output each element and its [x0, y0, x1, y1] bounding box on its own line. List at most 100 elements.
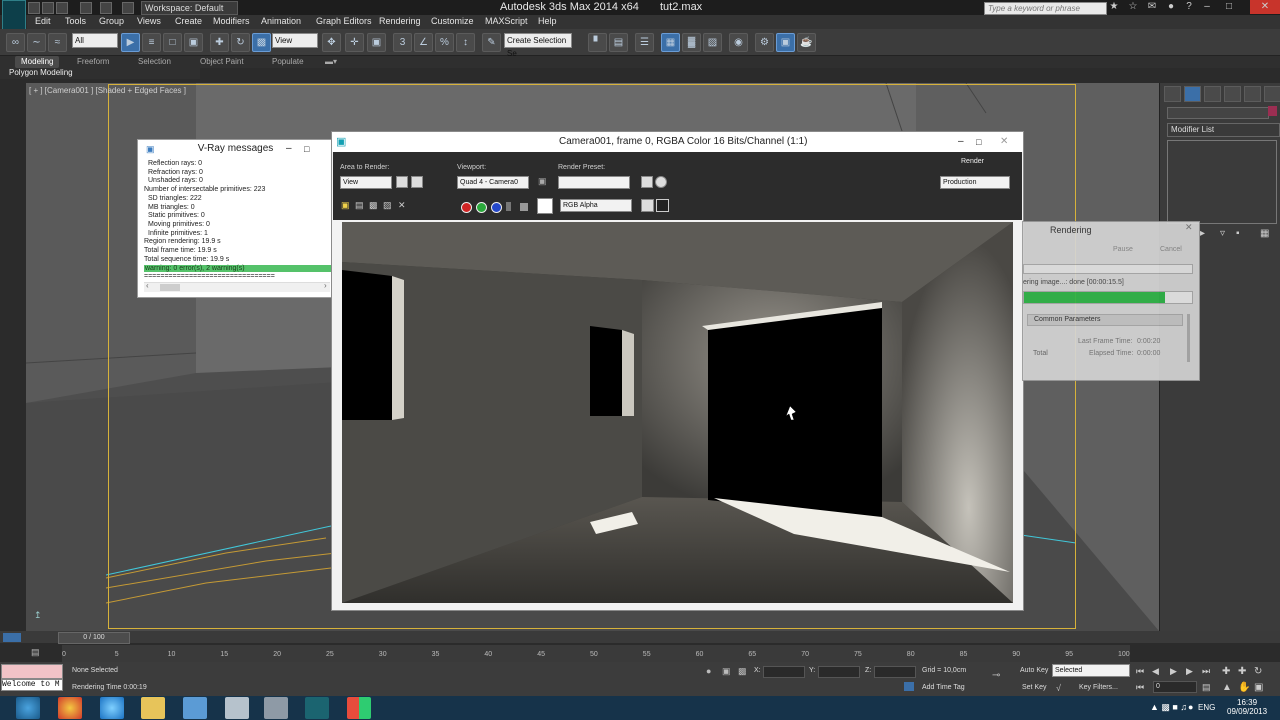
select-link-icon[interactable]: ∞	[6, 33, 25, 52]
redo-icon[interactable]	[100, 2, 112, 14]
copy-image-icon[interactable]: ▤	[355, 200, 364, 211]
select-manipulate-icon[interactable]: ✛	[345, 33, 364, 52]
bind-spacewarp-icon[interactable]: ≈	[48, 33, 67, 52]
taskbar-clock[interactable]: 16:39 09/09/2013	[1227, 698, 1267, 716]
ref-coord-dropdown[interactable]: View	[272, 33, 318, 48]
app-icon[interactable]	[225, 697, 249, 719]
3dsmax-logo-icon[interactable]	[2, 0, 26, 30]
language-indicator[interactable]: ENG	[1198, 703, 1215, 712]
fb-maximize-button[interactable]: □	[976, 132, 981, 152]
maximize-button[interactable]: □	[1220, 0, 1238, 14]
schematic-view-icon[interactable]: ▨	[703, 33, 722, 52]
selection-filter-dropdown[interactable]: All	[72, 33, 118, 48]
object-name-field[interactable]	[1167, 107, 1269, 119]
lock-selection-icon[interactable]: ▣	[722, 666, 731, 677]
go-to-start-icon[interactable]: ⏮	[1136, 666, 1144, 677]
key-mode-toggle-icon[interactable]: ⏮	[1136, 682, 1144, 693]
menu-views[interactable]: Views	[137, 16, 161, 26]
pause-button[interactable]: Pause	[1113, 246, 1133, 253]
project-folder-icon[interactable]	[122, 2, 134, 14]
align-icon[interactable]: ▤	[609, 33, 628, 52]
pan-icon[interactable]: ✋	[1238, 682, 1250, 693]
menu-customize[interactable]: Customize	[431, 16, 474, 26]
lock-viewport-icon[interactable]: ▣	[538, 176, 547, 187]
vray-warning-line[interactable]: warning: 0 error(s), 2 warning(s)	[144, 265, 331, 272]
app-icon[interactable]	[347, 697, 371, 719]
object-color-swatch[interactable]	[1268, 106, 1277, 116]
display-tab-icon[interactable]	[1244, 86, 1261, 102]
modify-tab-icon[interactable]	[1184, 86, 1201, 102]
undo-icon[interactable]	[80, 2, 92, 14]
monochrome-icon[interactable]	[520, 203, 528, 211]
save-file-icon[interactable]	[56, 2, 68, 14]
timeline-toggle-icon[interactable]: ▤	[31, 647, 45, 659]
area-to-render-dropdown[interactable]: View	[340, 176, 392, 189]
set-key-icon[interactable]: √	[1056, 683, 1061, 693]
material-editor-icon[interactable]: ◉	[729, 33, 748, 52]
scroll-right-icon[interactable]: ›	[324, 281, 327, 290]
motion-tab-icon[interactable]	[1224, 86, 1241, 102]
open-file-icon[interactable]	[42, 2, 54, 14]
curve-editor-icon[interactable]: ▓	[682, 33, 701, 52]
communication-icon[interactable]: ✉	[1143, 0, 1161, 14]
maximize-viewport-icon[interactable]: ▣	[1254, 682, 1263, 693]
create-tab-icon[interactable]	[1164, 86, 1181, 102]
save-image-icon[interactable]: ▣	[341, 200, 350, 211]
clone-window-icon[interactable]: ▩	[369, 200, 378, 211]
key-mode-dropdown[interactable]: Selected	[1052, 664, 1130, 677]
internet-explorer-icon[interactable]	[100, 697, 124, 719]
mini-curve-editor-icon[interactable]	[3, 633, 21, 642]
vray-horizontal-scrollbar[interactable]: ‹ ›	[144, 281, 330, 292]
color-swatch[interactable]	[537, 198, 553, 214]
tab-populate[interactable]: Populate	[272, 57, 304, 66]
play-icon[interactable]: ▶	[1170, 666, 1177, 677]
rectangular-selection-icon[interactable]: □	[163, 33, 182, 52]
toggle-ribbon-icon[interactable]: ▦	[661, 33, 680, 52]
configure-sets-icon[interactable]: ▦	[1260, 228, 1269, 239]
snaps-toggle-icon[interactable]: 3	[393, 33, 412, 52]
tray-icon[interactable]: ●	[1188, 702, 1193, 712]
minimize-button[interactable]: –	[1198, 0, 1216, 14]
isolate-icon[interactable]: ●	[706, 666, 711, 676]
infocenter-icon[interactable]: ★	[1105, 0, 1123, 14]
orbit-icon[interactable]: ↻	[1254, 666, 1262, 677]
menu-create[interactable]: Create	[175, 16, 202, 26]
modifier-stack[interactable]	[1167, 140, 1277, 224]
window-crossing-icon[interactable]: ▣	[184, 33, 203, 52]
common-parameters-header[interactable]: Common Parameters	[1027, 314, 1183, 326]
render-mode-dropdown[interactable]: Production	[940, 176, 1010, 189]
time-config-icon[interactable]: ▤	[1202, 682, 1211, 693]
viewport-dropdown[interactable]: Quad 4 - Camera0	[457, 176, 529, 189]
edit-named-selection-icon[interactable]: ✎	[482, 33, 501, 52]
move-icon[interactable]: ✚	[210, 33, 229, 52]
select-object-icon[interactable]: ▶	[121, 33, 140, 52]
file-explorer-icon[interactable]	[141, 697, 165, 719]
new-file-icon[interactable]	[28, 2, 40, 14]
render-preset-dropdown[interactable]	[558, 176, 630, 189]
vray-maximize-button[interactable]: □	[304, 140, 309, 158]
make-unique-icon[interactable]: ▪	[1236, 228, 1240, 239]
menu-animation[interactable]: Animation	[261, 16, 301, 26]
scroll-left-icon[interactable]: ‹	[146, 281, 149, 290]
environment-icon[interactable]	[655, 176, 667, 188]
alpha-channel-icon[interactable]	[506, 202, 511, 211]
z-coordinate-field[interactable]	[874, 666, 916, 678]
hierarchy-tab-icon[interactable]	[1204, 86, 1221, 102]
mirror-icon[interactable]: ▘	[588, 33, 607, 52]
show-end-result-icon[interactable]: ▿	[1220, 228, 1225, 239]
zoom-icon[interactable]: ✚	[1222, 666, 1230, 677]
menu-rendering[interactable]: Rendering	[379, 16, 421, 26]
render-setup-icon[interactable]: ⚙	[755, 33, 774, 52]
render-image[interactable]	[342, 222, 1013, 603]
auto-key-button[interactable]: Auto Key	[1020, 667, 1048, 674]
render-setup-small-icon[interactable]	[641, 176, 653, 188]
utilities-tab-icon[interactable]	[1264, 86, 1280, 102]
render-production-icon[interactable]: ☕	[797, 33, 816, 52]
rp-scrollbar[interactable]	[1187, 314, 1190, 362]
print-image-icon[interactable]: ▨	[383, 200, 392, 211]
percent-snap-icon[interactable]: %	[435, 33, 454, 52]
key-filters-button[interactable]: Key Filters...	[1079, 684, 1118, 691]
menu-edit[interactable]: Edit	[35, 16, 51, 26]
tab-freeform[interactable]: Freeform	[77, 57, 109, 66]
set-key-button[interactable]: Set Key	[1022, 684, 1047, 691]
